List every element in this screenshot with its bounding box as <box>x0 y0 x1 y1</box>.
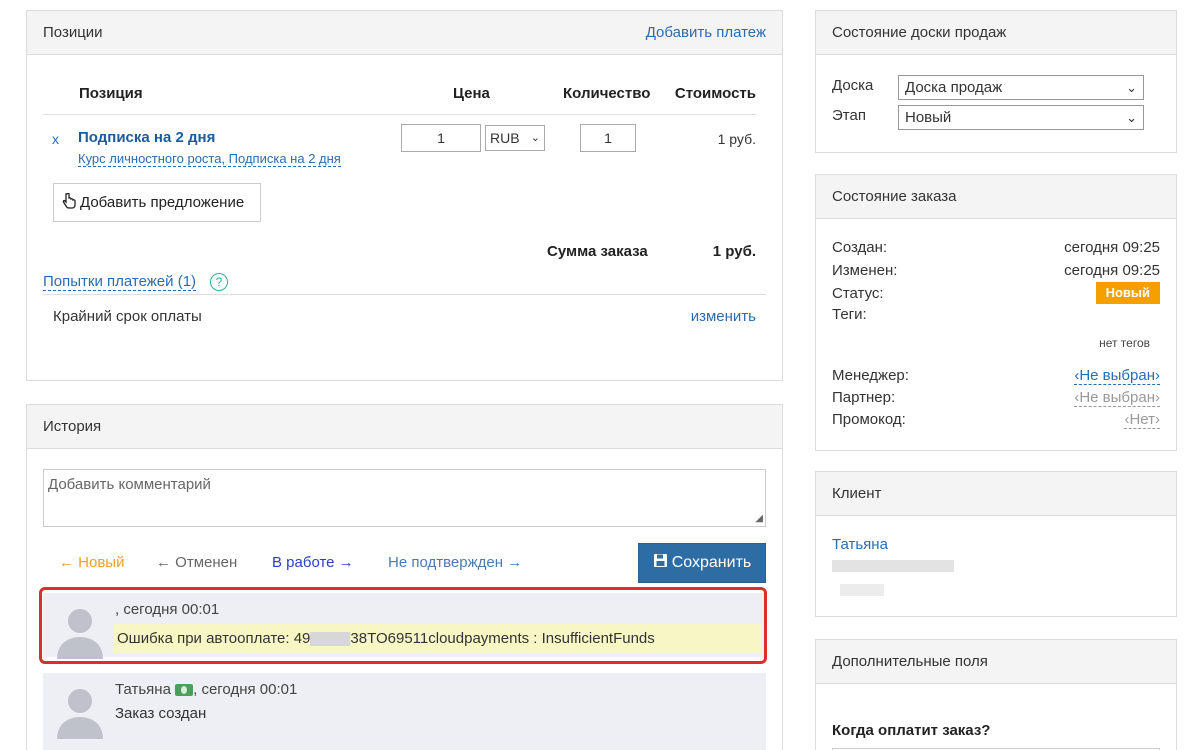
payment-date-question: Когда оплатит заказ? <box>832 722 991 739</box>
positions-table-header: Позиция Цена Количество Стоимость <box>43 85 756 115</box>
stage-select-value: Новый <box>905 109 952 126</box>
add-offer-label: Добавить предложение <box>80 194 245 211</box>
redacted-block <box>832 560 954 572</box>
resize-handle-icon[interactable]: ◢ <box>755 513 763 524</box>
remove-position-button[interactable]: x <box>52 131 59 147</box>
price-input[interactable]: 1 <box>401 124 481 152</box>
order-sum-label: Сумма заказа <box>547 243 648 260</box>
status-unconfirmed-link[interactable]: Не подтвержден → <box>388 554 522 571</box>
order-state-header: Состояние заказа <box>816 175 1176 219</box>
changed-label: Изменен: <box>832 262 898 279</box>
order-state-panel: Состояние заказа Создан: сегодня 09:25 И… <box>815 174 1177 451</box>
created-value: сегодня 09:25 <box>1064 239 1160 256</box>
event-author: Татьяна <box>115 681 171 698</box>
stage-label: Этап <box>832 107 866 124</box>
tags-label: Теги: <box>832 306 867 323</box>
chevron-down-icon: ⌄ <box>530 132 540 144</box>
chevron-down-icon: ⌄ <box>1126 110 1137 125</box>
partner-label: Партнер: <box>832 389 896 406</box>
extra-fields-title: Дополнительные поля <box>832 653 988 670</box>
manager-select-link[interactable]: ‹Не выбран› <box>1074 367 1160 385</box>
board-state-header: Состояние доски продаж <box>816 11 1176 55</box>
event-time: , сегодня 00:01 <box>193 681 298 698</box>
board-state-panel: Состояние доски продаж Доска Доска прода… <box>815 10 1177 153</box>
col-quantity: Количество <box>563 85 651 102</box>
avatar-placeholder-icon <box>51 681 109 739</box>
changed-value: сегодня 09:25 <box>1064 262 1160 279</box>
board-select-value: Доска продаж <box>905 79 1003 96</box>
created-label: Создан: <box>832 239 888 256</box>
extra-fields-panel: Дополнительные поля Когда оплатит заказ? <box>815 639 1177 750</box>
chevron-down-icon: ⌄ <box>1126 80 1137 95</box>
history-panel: История Добавить комментарий ◢ ← Новый ←… <box>26 404 783 750</box>
add-payment-link[interactable]: Добавить платеж <box>646 24 766 41</box>
payment-attempts-link[interactable]: Попытки платежей (1) <box>43 273 197 291</box>
board-label: Доска <box>832 77 874 94</box>
status-cancelled-link[interactable]: ← Отменен <box>156 554 237 571</box>
floppy-disk-icon <box>653 553 668 573</box>
positions-panel: Позиции Добавить платеж Позиция Цена Кол… <box>26 10 783 381</box>
promo-select-link[interactable]: ‹Нет› <box>1124 411 1160 429</box>
quantity-input[interactable]: 1 <box>580 124 636 152</box>
promo-label: Промокод: <box>832 411 906 428</box>
client-title: Клиент <box>832 485 882 502</box>
stage-select[interactable]: Новый ⌄ <box>898 105 1144 130</box>
order-sum-value: 1 руб. <box>712 243 756 260</box>
history-event-created: Татьяна , сегодня 00:01 Заказ создан <box>43 673 766 750</box>
currency-value: RUB <box>490 130 520 146</box>
help-icon[interactable]: ? <box>210 273 228 291</box>
extra-fields-header: Дополнительные поля <box>816 640 1176 684</box>
position-row: x Подписка на 2 дня Курс личностного рос… <box>43 115 756 175</box>
board-state-title: Состояние доски продаж <box>832 24 1007 41</box>
position-name-link[interactable]: Подписка на 2 дня <box>78 129 215 146</box>
client-header: Клиент <box>816 472 1176 516</box>
comment-placeholder: Добавить комментарий <box>48 476 211 493</box>
money-icon <box>175 684 194 697</box>
status-new-link[interactable]: ← Новый <box>59 554 124 571</box>
board-select[interactable]: Доска продаж ⌄ <box>898 75 1144 100</box>
save-label: Сохранить <box>671 554 752 571</box>
col-position: Позиция <box>79 85 143 102</box>
order-state-title: Состояние заказа <box>832 188 957 205</box>
manager-label: Менеджер: <box>832 367 909 384</box>
positions-header: Позиции Добавить платеж <box>27 11 782 55</box>
col-price: Цена <box>453 85 490 102</box>
pointer-hand-icon <box>62 192 76 213</box>
redacted-block <box>840 584 884 596</box>
status-in-work-link[interactable]: В работе → <box>272 554 354 571</box>
event-meta: Татьяна , сегодня 00:01 <box>115 681 297 698</box>
comment-textarea[interactable]: Добавить комментарий ◢ <box>43 469 766 527</box>
save-button[interactable]: Сохранить <box>638 543 766 583</box>
history-header: История <box>27 405 782 449</box>
positions-title: Позиции <box>43 24 103 41</box>
col-cost: Стоимость <box>674 85 756 102</box>
payment-deadline-label: Крайний срок оплаты <box>53 308 202 325</box>
currency-select[interactable]: RUB ⌄ <box>485 125 545 151</box>
status-badge[interactable]: Новый <box>1095 282 1160 304</box>
add-offer-button[interactable]: Добавить предложение <box>53 183 261 222</box>
partner-select-link[interactable]: ‹Не выбран› <box>1074 389 1160 407</box>
position-cost: 1 руб. <box>717 131 756 147</box>
status-label: Статус: <box>832 285 884 302</box>
error-highlight-frame <box>39 587 767 664</box>
event-message: Заказ создан <box>115 705 207 722</box>
position-subtitle-link[interactable]: Курс личностного роста, Подписка на 2 дн… <box>78 152 341 167</box>
client-panel: Клиент Татьяна <box>815 471 1177 617</box>
history-title: История <box>43 418 102 435</box>
divider <box>43 294 766 295</box>
change-deadline-link[interactable]: изменить <box>691 308 756 325</box>
client-name-link[interactable]: Татьяна <box>832 536 888 553</box>
tags-value: нет тегов <box>1099 336 1150 350</box>
